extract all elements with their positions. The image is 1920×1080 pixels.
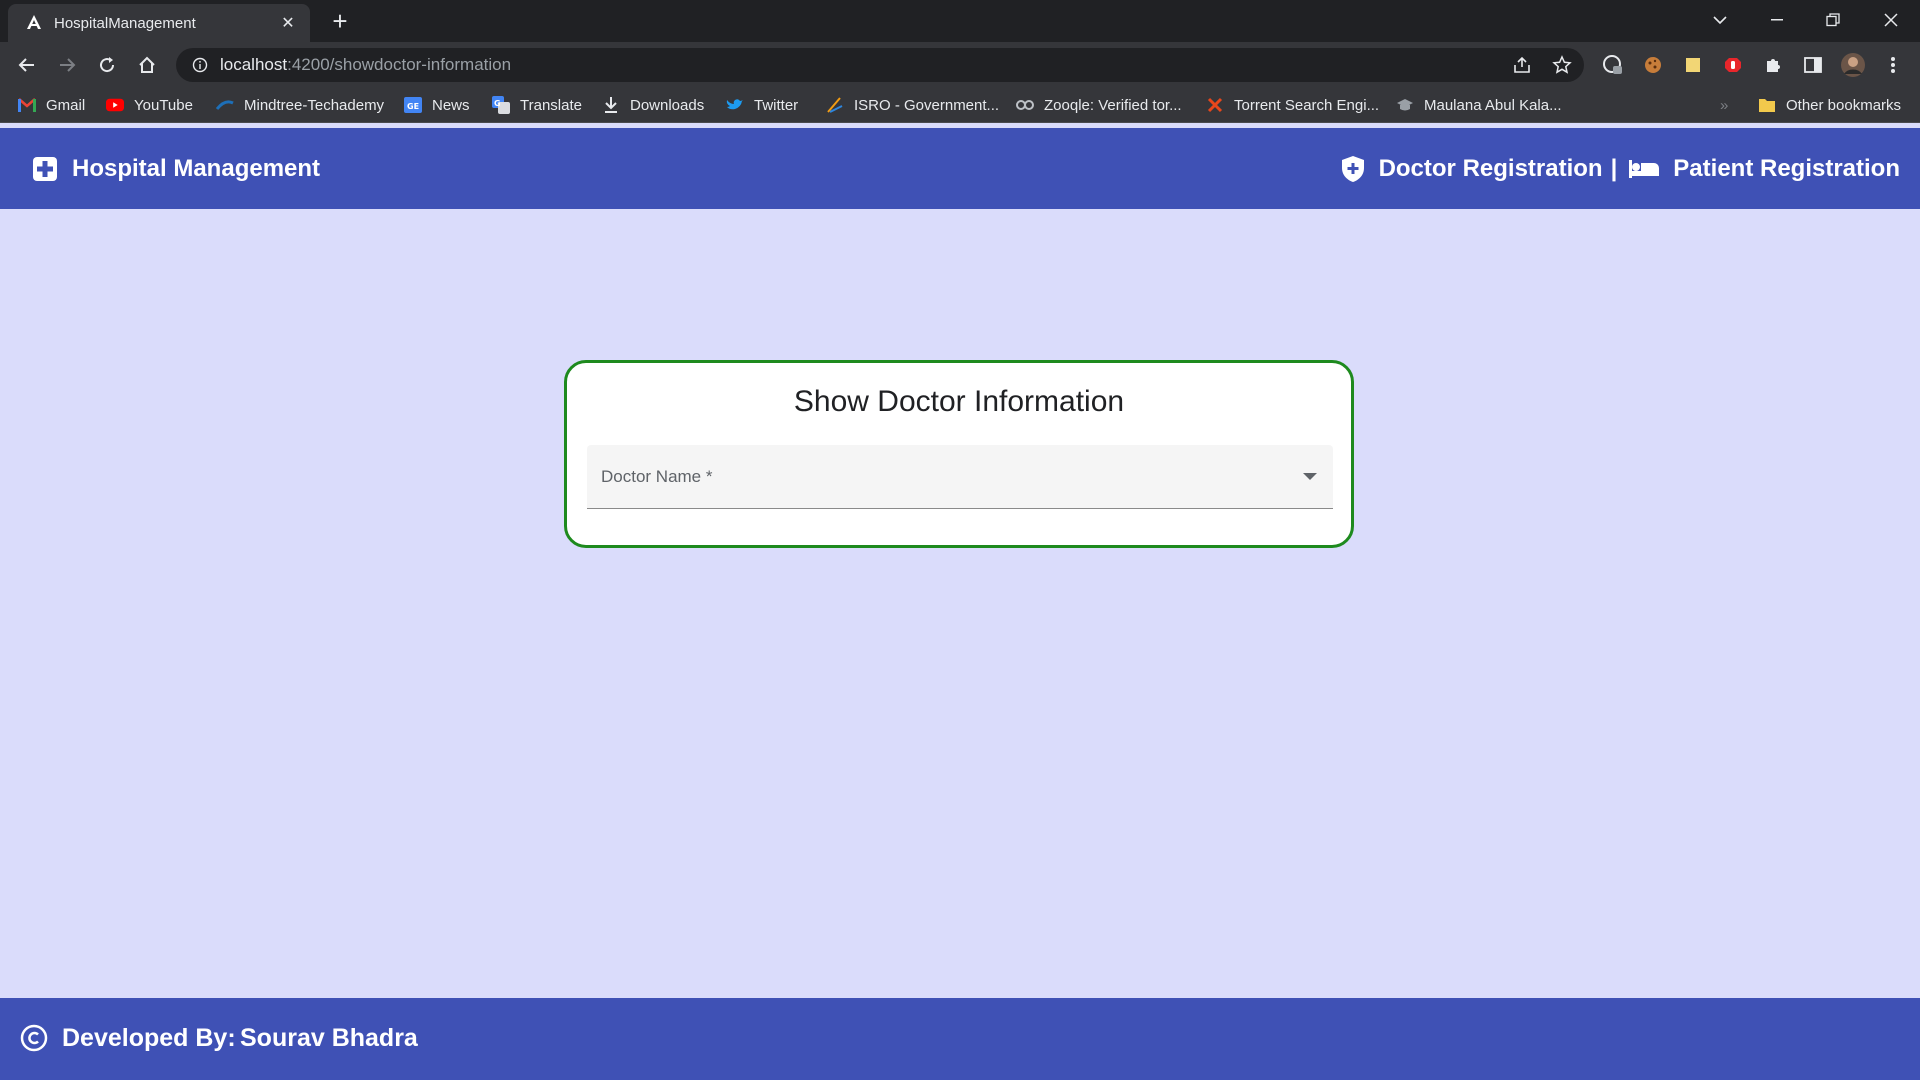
copyright-icon — [20, 1024, 48, 1052]
browser-tab[interactable]: HospitalManagement ✕ — [8, 4, 310, 42]
footer-label: Developed By: — [62, 1024, 236, 1052]
browser-toolbar: localhost:4200/showdoctor-information — [0, 42, 1920, 88]
nav-doctor-registration[interactable]: Doctor Registration — [1379, 155, 1603, 183]
hotel-bed-icon — [1629, 158, 1660, 180]
angular-icon — [24, 13, 44, 33]
card-title: Show Doctor Information — [793, 385, 1125, 418]
tab-strip: HospitalManagement ✕ + — [0, 0, 1920, 42]
tab-title: HospitalManagement — [54, 14, 196, 32]
brand[interactable]: Hospital Management — [32, 155, 320, 183]
app-footer: Developed By: Sourav Bhadra — [0, 998, 1920, 1080]
forward-icon[interactable] — [53, 51, 81, 79]
tab-close-icon[interactable]: ✕ — [274, 13, 302, 33]
bookmark-star-icon[interactable] — [1552, 55, 1572, 80]
notes-extension-icon[interactable] — [1680, 52, 1706, 78]
extension-tracker-icon[interactable] — [1600, 52, 1626, 78]
bookmark-youtube[interactable]: YouTube — [106, 88, 193, 122]
bookmark-maulana[interactable]: Maulana Abul Kala... — [1396, 88, 1562, 122]
show-doctor-card: Show Doctor Information Doctor Name * — [564, 360, 1354, 548]
bookmark-translate[interactable]: G Translate — [492, 88, 582, 122]
bookmark-torrent[interactable]: Torrent Search Engi... — [1206, 88, 1379, 122]
svg-text:G: G — [494, 99, 501, 108]
zooqle-icon — [1016, 96, 1034, 114]
twitter-icon — [726, 96, 744, 114]
bookmark-mindtree[interactable]: Mindtree-Techademy — [216, 88, 384, 122]
bookmark-gmail[interactable]: Gmail — [18, 88, 85, 122]
side-panel-icon[interactable] — [1800, 52, 1826, 78]
stop-hand-extension-icon[interactable] — [1720, 52, 1746, 78]
url-text: localhost:4200/showdoctor-information — [220, 55, 512, 74]
bookmarks-bar: Gmail YouTube Mindtree-Techademy GE News… — [0, 88, 1920, 123]
app-header: Hospital Management Doctor Registration … — [0, 128, 1920, 209]
home-icon[interactable] — [133, 51, 161, 79]
medical-cross-icon — [33, 156, 57, 181]
bookmark-isro[interactable]: ISRO - Government... — [826, 88, 999, 122]
minimize-icon[interactable] — [1754, 0, 1800, 40]
torrent-icon — [1206, 96, 1224, 114]
translate-icon: G — [492, 96, 510, 114]
doctor-name-label: Doctor Name * — [601, 467, 713, 486]
isro-icon — [826, 96, 844, 114]
bookmark-zooqle[interactable]: Zooqle: Verified tor... — [1016, 88, 1182, 122]
news-icon: GE — [404, 96, 422, 114]
doctor-name-select[interactable]: Doctor Name * — [587, 445, 1333, 509]
header-nav: Doctor Registration | Patient Registrati… — [1341, 155, 1900, 183]
profile-avatar[interactable] — [1840, 52, 1866, 78]
bookmark-downloads[interactable]: Downloads — [602, 88, 704, 122]
nav-patient-registration[interactable]: Patient Registration — [1673, 155, 1900, 183]
youtube-icon — [106, 96, 124, 114]
site-info-icon[interactable] — [190, 55, 210, 75]
new-tab-icon[interactable]: + — [326, 8, 354, 36]
bookmark-twitter[interactable]: Twitter — [726, 88, 798, 122]
svg-text:GE: GE — [407, 102, 419, 111]
reload-icon[interactable] — [93, 51, 121, 79]
share-icon[interactable] — [1512, 55, 1532, 80]
folder-icon — [1758, 96, 1776, 114]
shield-icon — [1341, 155, 1365, 183]
dropdown-arrow-icon[interactable] — [1303, 473, 1317, 480]
bookmarks-overflow-icon[interactable]: » — [1720, 88, 1728, 122]
developer-name: Sourav Bhadra — [240, 1024, 418, 1052]
brand-title: Hospital Management — [72, 154, 321, 182]
chrome-menu-icon[interactable] — [1880, 52, 1906, 78]
back-icon[interactable] — [13, 51, 41, 79]
mindtree-icon — [216, 96, 234, 114]
close-window-icon[interactable] — [1866, 0, 1916, 40]
cookie-extension-icon[interactable] — [1640, 52, 1666, 78]
address-bar[interactable]: localhost:4200/showdoctor-information — [176, 48, 1584, 82]
other-bookmarks[interactable]: Other bookmarks — [1758, 88, 1901, 122]
restore-icon[interactable] — [1810, 0, 1856, 40]
download-icon — [602, 96, 620, 114]
nav-separator: | — [1610, 154, 1618, 182]
gmail-icon — [18, 96, 36, 114]
graduation-cap-icon — [1396, 96, 1414, 114]
tab-search-icon[interactable] — [1700, 0, 1740, 40]
bookmark-news[interactable]: GE News — [404, 88, 470, 122]
extensions-puzzle-icon[interactable] — [1760, 52, 1786, 78]
